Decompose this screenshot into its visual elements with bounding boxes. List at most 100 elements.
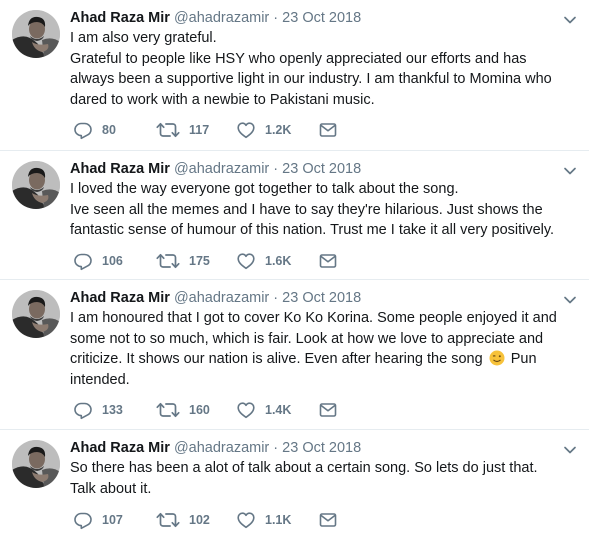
tweet[interactable]: Ahad Raza Mir @ahadrazamir · 23 Oct 2018… [0, 151, 589, 280]
heart-icon [236, 120, 256, 140]
retweet-icon [156, 510, 180, 530]
envelope-icon [318, 400, 338, 420]
tweet-content: Ahad Raza Mir @ahadrazamir · 23 Oct 2018… [70, 289, 560, 390]
header-separator: · [273, 10, 279, 26]
tweet-header: Ahad Raza Mir @ahadrazamir · 23 Oct 2018 [70, 289, 560, 307]
tweet-text: I am honoured that I got to cover Ko Ko … [70, 308, 560, 390]
like-count: 1.4K [265, 403, 292, 417]
retweet-button[interactable]: 117 [156, 120, 236, 140]
chevron-down-icon[interactable] [563, 292, 577, 302]
avatar[interactable] [12, 161, 60, 209]
tweet-text-line: Ive seen all the memes and I have to say… [70, 201, 555, 239]
tweet-text-paragraph: I am honoured that I got to cover Ko Ko … [70, 308, 560, 390]
reply-count: 106 [102, 254, 123, 268]
like-count: 1.1K [265, 513, 292, 527]
reply-icon [73, 510, 93, 530]
tweet-header: Ahad Raza Mir @ahadrazamir · 23 Oct 2018 [70, 439, 560, 457]
author-name[interactable]: Ahad Raza Mir [70, 10, 170, 26]
direct-message-button[interactable] [318, 120, 338, 140]
retweet-count: 175 [189, 254, 210, 268]
tweet-content: Ahad Raza Mir @ahadrazamir · 23 Oct 2018… [70, 439, 560, 499]
header-separator: · [273, 290, 279, 306]
tweet-text-line: Grateful to people like HSY who openly a… [70, 50, 552, 108]
avatar[interactable] [12, 290, 60, 338]
avatar-image [12, 161, 60, 209]
tweet[interactable]: Ahad Raza Mir @ahadrazamir · 23 Oct 2018… [0, 430, 589, 537]
tweet-text-line: So there has been a alot of talk about a… [70, 460, 538, 497]
tweet-date[interactable]: 23 Oct 2018 [282, 161, 361, 177]
tweet[interactable]: Ahad Raza Mir @ahadrazamir · 23 Oct 2018… [0, 0, 589, 151]
tweet[interactable]: Ahad Raza Mir @ahadrazamir · 23 Oct 2018… [0, 280, 589, 430]
like-button[interactable]: 1.4K [236, 400, 318, 420]
tweet-text: I am also very grateful. Grateful to peo… [70, 28, 560, 110]
reply-icon [73, 251, 93, 271]
tweet-text: I loved the way everyone got together to… [70, 179, 560, 241]
tweet-content: Ahad Raza Mir @ahadrazamir · 23 Oct 2018… [70, 160, 560, 241]
direct-message-button[interactable] [318, 251, 338, 271]
tweet-date[interactable]: 23 Oct 2018 [282, 290, 361, 306]
reply-button[interactable]: 106 [73, 251, 156, 271]
reply-button[interactable]: 107 [73, 510, 156, 530]
direct-message-button[interactable] [318, 400, 338, 420]
avatar-image [12, 290, 60, 338]
tweet-text-line: I am also very grateful. [70, 30, 217, 46]
tweet-date[interactable]: 23 Oct 2018 [282, 10, 361, 26]
reply-count: 107 [102, 513, 123, 527]
reply-button[interactable]: 80 [73, 120, 156, 140]
like-count: 1.6K [265, 254, 292, 268]
header-separator: · [273, 440, 279, 456]
retweet-count: 117 [189, 123, 210, 137]
tweet-content: Ahad Raza Mir @ahadrazamir · 23 Oct 2018… [70, 9, 560, 110]
envelope-icon [318, 120, 338, 140]
tweet-header: Ahad Raza Mir @ahadrazamir · 23 Oct 2018 [70, 160, 560, 178]
retweet-button[interactable]: 102 [156, 510, 236, 530]
reply-icon [73, 120, 93, 140]
tweet-text-part: I am honoured that I got to cover Ko Ko … [70, 310, 557, 367]
tweet-header: Ahad Raza Mir @ahadrazamir · 23 Oct 2018 [70, 9, 560, 27]
retweet-count: 102 [189, 513, 210, 527]
retweet-icon [156, 400, 180, 420]
like-count: 1.2K [265, 123, 292, 137]
like-button[interactable]: 1.1K [236, 510, 318, 530]
like-button[interactable]: 1.2K [236, 120, 318, 140]
author-name[interactable]: Ahad Raza Mir [70, 161, 170, 177]
direct-message-button[interactable] [318, 510, 338, 530]
author-name[interactable]: Ahad Raza Mir [70, 290, 170, 306]
retweet-button[interactable]: 160 [156, 400, 236, 420]
chevron-down-icon[interactable] [563, 12, 577, 22]
author-handle[interactable]: @ahadrazamir [174, 161, 269, 177]
retweet-icon [156, 251, 180, 271]
author-handle[interactable]: @ahadrazamir [174, 290, 269, 306]
tweet-date[interactable]: 23 Oct 2018 [282, 440, 361, 456]
tweet-feed: Ahad Raza Mir @ahadrazamir · 23 Oct 2018… [0, 0, 589, 537]
reply-count: 133 [102, 403, 123, 417]
envelope-icon [318, 251, 338, 271]
avatar-image [12, 440, 60, 488]
reply-button[interactable]: 133 [73, 400, 156, 420]
heart-icon [236, 510, 256, 530]
author-handle[interactable]: @ahadrazamir [174, 440, 269, 456]
retweet-count: 160 [189, 403, 210, 417]
tweet-actions: 133 160 1.4K [73, 400, 338, 420]
avatar[interactable] [12, 440, 60, 488]
header-separator: · [273, 161, 279, 177]
chevron-down-icon[interactable] [563, 163, 577, 173]
tweet-actions: 107 102 1.1K [73, 510, 338, 530]
author-handle[interactable]: @ahadrazamir [174, 10, 269, 26]
tweet-text: So there has been a alot of talk about a… [70, 458, 560, 499]
tweet-actions: 106 175 1.6K [73, 251, 338, 271]
reply-icon [73, 400, 93, 420]
author-name[interactable]: Ahad Raza Mir [70, 440, 170, 456]
retweet-button[interactable]: 175 [156, 251, 236, 271]
heart-icon [236, 400, 256, 420]
avatar[interactable] [12, 10, 60, 58]
chevron-down-icon[interactable] [563, 442, 577, 452]
tweet-actions: 80 117 1.2K [73, 120, 338, 140]
avatar-image [12, 10, 60, 58]
envelope-icon [318, 510, 338, 530]
reply-count: 80 [102, 123, 116, 137]
heart-icon [236, 251, 256, 271]
tweet-text-line: I loved the way everyone got together to… [70, 181, 459, 197]
like-button[interactable]: 1.6K [236, 251, 318, 271]
winking-face-emoji [489, 350, 505, 366]
